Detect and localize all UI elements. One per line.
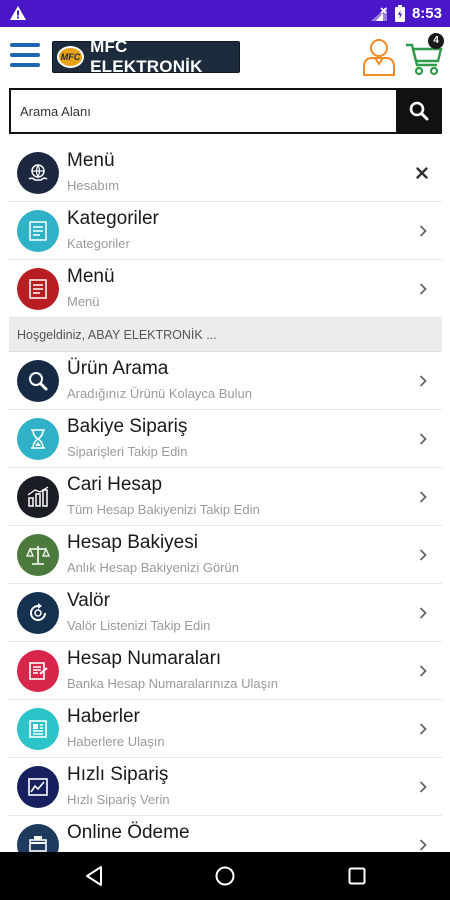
menu-item-hesabim[interactable]: Menü Hesabım xyxy=(9,144,442,202)
app-screen: 8:53 MFC MFC ELEKTRONİK 4 Arama Alanı Me… xyxy=(0,0,450,900)
status-time: 8:53 xyxy=(411,5,442,22)
scales-icon xyxy=(17,534,59,576)
hamburger-line xyxy=(10,53,40,57)
menu-item-title: Valör xyxy=(67,590,110,611)
signal-icon xyxy=(370,6,387,21)
menu-item-title: Hesap Numaraları xyxy=(67,648,222,669)
chevron-right-icon xyxy=(419,375,427,387)
chevron-right-icon xyxy=(419,781,427,793)
menu-item-title: Menü xyxy=(67,266,115,287)
list-icon xyxy=(17,268,59,310)
menu-item-valor[interactable]: Valör Valör Listenizi Takip Edin xyxy=(9,584,442,642)
menu-item-subtitle: Aradığınız Ürünü Kolayca Bulun xyxy=(67,386,252,401)
menu-list: Menü Hesabım Kategoriler Kategoriler Men… xyxy=(9,144,442,874)
magnifier-icon xyxy=(17,360,59,402)
search-input[interactable] xyxy=(11,90,396,132)
menu-item-bakiye-siparis[interactable]: Bakiye Sipariş Siparişleri Takip Edin xyxy=(9,410,442,468)
chevron-right-icon xyxy=(419,549,427,561)
document-icon xyxy=(17,650,59,692)
menu-item-title: Cari Hesap xyxy=(67,474,163,495)
search-bar xyxy=(9,88,442,134)
hamburger-line xyxy=(10,63,40,67)
newspaper-icon xyxy=(17,708,59,750)
search-icon xyxy=(409,101,429,121)
menu-item-subtitle: Banka Hesap Numaralarınıza Ulaşın xyxy=(67,676,278,691)
cart-button[interactable]: 4 xyxy=(404,33,446,77)
close-icon[interactable] xyxy=(415,166,429,180)
chevron-right-icon xyxy=(419,723,427,735)
menu-item-urun-arama[interactable]: Ürün Arama Aradığınız Ürünü Kolayca Bulu… xyxy=(9,352,442,410)
menu-item-subtitle: Anlık Hesap Bakiyenizi Görün xyxy=(67,560,239,575)
menu-item-title: Online Ödeme xyxy=(67,822,190,843)
menu-item-kategoriler[interactable]: Kategoriler Kategoriler xyxy=(9,202,442,260)
menu-item-hesap-bakiyesi[interactable]: Hesap Bakiyesi Anlık Hesap Bakiyenizi Gö… xyxy=(9,526,442,584)
system-nav-bar xyxy=(0,852,450,900)
menu-item-subtitle: Valör Listenizi Takip Edin xyxy=(67,618,211,633)
back-icon[interactable] xyxy=(82,864,106,888)
refresh-icon xyxy=(17,592,59,634)
brand-logo[interactable]: MFC MFC ELEKTRONİK xyxy=(52,37,240,76)
app-header: MFC MFC ELEKTRONİK 4 xyxy=(0,27,450,85)
menu-item-title: Haberler xyxy=(67,706,140,727)
logo-text: MFC ELEKTRONİK xyxy=(90,37,203,76)
menu-button[interactable] xyxy=(10,43,40,67)
recents-icon[interactable] xyxy=(345,864,369,888)
chevron-right-icon xyxy=(419,491,427,503)
chevron-right-icon xyxy=(419,607,427,619)
menu-item-menu[interactable]: Menü Menü xyxy=(9,260,442,318)
menu-item-subtitle: Kategoriler xyxy=(67,236,130,251)
battery-icon xyxy=(394,5,405,22)
chevron-right-icon xyxy=(419,433,427,445)
chevron-right-icon xyxy=(419,665,427,677)
menu-item-subtitle: Siparişleri Takip Edin xyxy=(67,444,188,459)
menu-item-cari-hesap[interactable]: Cari Hesap Tüm Hesap Bakiyenizi Takip Ed… xyxy=(9,468,442,526)
chevron-right-icon xyxy=(419,283,427,295)
menu-item-title: Ürün Arama xyxy=(67,358,169,379)
menu-item-hesap-numaralari[interactable]: Hesap Numaraları Banka Hesap Numaraların… xyxy=(9,642,442,700)
menu-item-subtitle: Menü xyxy=(67,294,100,309)
menu-item-haberler[interactable]: Haberler Haberlere Ulaşın xyxy=(9,700,442,758)
chevron-right-icon xyxy=(419,839,427,851)
globe-hands-icon xyxy=(17,152,59,194)
menu-item-subtitle: Haberlere Ulaşın xyxy=(67,734,165,749)
cart-count-badge: 4 xyxy=(428,33,444,49)
list-icon xyxy=(17,210,59,252)
chevron-right-icon xyxy=(419,225,427,237)
bar-chart-icon xyxy=(17,476,59,518)
chart-line-icon xyxy=(17,766,59,808)
user-icon[interactable] xyxy=(360,37,398,77)
hamburger-line xyxy=(10,43,40,47)
logo-badge: MFC xyxy=(57,46,85,68)
menu-item-subtitle: Hızlı Sipariş Verin xyxy=(67,792,170,807)
menu-item-hizli-siparis[interactable]: Hızlı Sipariş Hızlı Sipariş Verin xyxy=(9,758,442,816)
menu-item-subtitle: Tüm Hesap Bakiyenizi Takip Edin xyxy=(67,502,260,517)
welcome-banner: Hoşgeldiniz, ABAY ELEKTRONİK ... xyxy=(9,318,442,352)
warning-triangle-icon xyxy=(10,6,26,20)
status-bar: 8:53 xyxy=(0,0,450,27)
menu-item-title: Menü xyxy=(67,150,115,171)
home-icon[interactable] xyxy=(213,864,237,888)
search-button[interactable] xyxy=(396,89,442,133)
menu-item-subtitle: Hesabım xyxy=(67,178,120,193)
menu-item-title: Kategoriler xyxy=(67,208,159,229)
menu-item-title: Hesap Bakiyesi xyxy=(67,532,198,553)
menu-item-title: Bakiye Sipariş xyxy=(67,416,188,437)
menu-item-title: Hızlı Sipariş xyxy=(67,764,169,785)
hourglass-icon xyxy=(17,418,59,460)
